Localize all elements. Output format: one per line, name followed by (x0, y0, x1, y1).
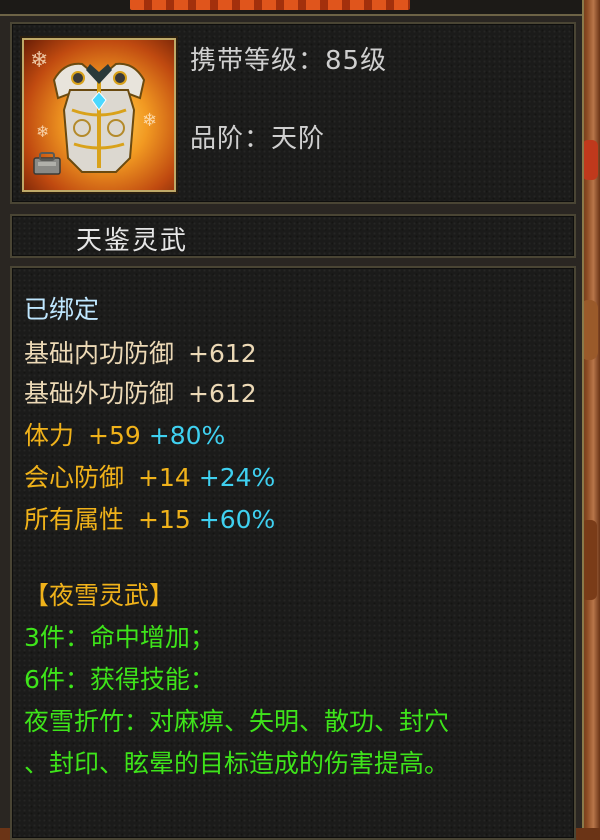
carry-level-value: 85级 (325, 46, 388, 76)
set-skill-description-line1: 夜雪折竹：对麻痹、失明、散功、封穴 (24, 707, 450, 736)
grade-label: 品阶： (190, 124, 272, 154)
item-attributes-panel: 已绑定 基础内功防御 +612 基础外功防御 +612 体力 +59 +80% 会心防御… (10, 266, 576, 840)
carry-level-label: 携带等级： (190, 46, 326, 76)
attr-percent: +24% (198, 463, 276, 492)
attr-base-internal-defense: 基础内功防御 +612 (24, 334, 257, 370)
carry-level: 携带等级：85级 (190, 40, 387, 77)
tooltip-title-strip (0, 0, 582, 16)
attr-all-attributes: 所有属性 +15 +60% (24, 500, 275, 536)
attr-crit-defense: 会心防御 +14 +24% (24, 458, 275, 494)
item-grade: 品阶：天阶 (190, 118, 325, 155)
attr-value: +15 (138, 505, 191, 534)
item-name-panel: 天鉴灵武 (10, 214, 576, 258)
set-title: 【夜雪灵武】 (24, 581, 175, 610)
bag-icon (33, 152, 61, 175)
bound-status: 已绑定 (24, 295, 100, 324)
attr-base-external-defense: 基础外功防御 +612 (24, 374, 257, 410)
attr-percent: +80% (148, 421, 226, 450)
attr-value: +14 (138, 463, 191, 492)
set-skill-description-line2: 、封印、眩晕的目标造成的伤害提高。 (24, 749, 450, 778)
attr-percent: +60% (198, 505, 276, 534)
attr-label: 体力 (24, 421, 75, 450)
set-bonus-3-piece: 3件：命中增加； (24, 623, 215, 652)
item-name: 天鉴灵武 (76, 226, 189, 256)
item-header-panel: ❄ ❄ ❄ 携带等级：85级 品阶：天阶 (10, 22, 576, 204)
attr-label: 基础外功防御 (24, 379, 175, 408)
attr-value: +59 (88, 421, 141, 450)
attr-label: 基础内功防御 (24, 339, 175, 368)
item-icon-slot[interactable]: ❄ ❄ ❄ (22, 38, 176, 192)
attr-label: 会心防御 (24, 463, 125, 492)
attr-stamina: 体力 +59 +80% (24, 416, 225, 452)
attr-value: +612 (188, 379, 257, 408)
attr-label: 所有属性 (24, 505, 125, 534)
attr-value: +612 (188, 339, 257, 368)
grade-value: 天阶 (271, 124, 326, 154)
item-tooltip: ❄ ❄ ❄ 携带等级：85级 品阶：天阶 天鉴灵武 已绑定 基础内功防御 +61… (0, 0, 584, 840)
set-bonus-6-piece: 6件：获得技能： (24, 665, 215, 694)
